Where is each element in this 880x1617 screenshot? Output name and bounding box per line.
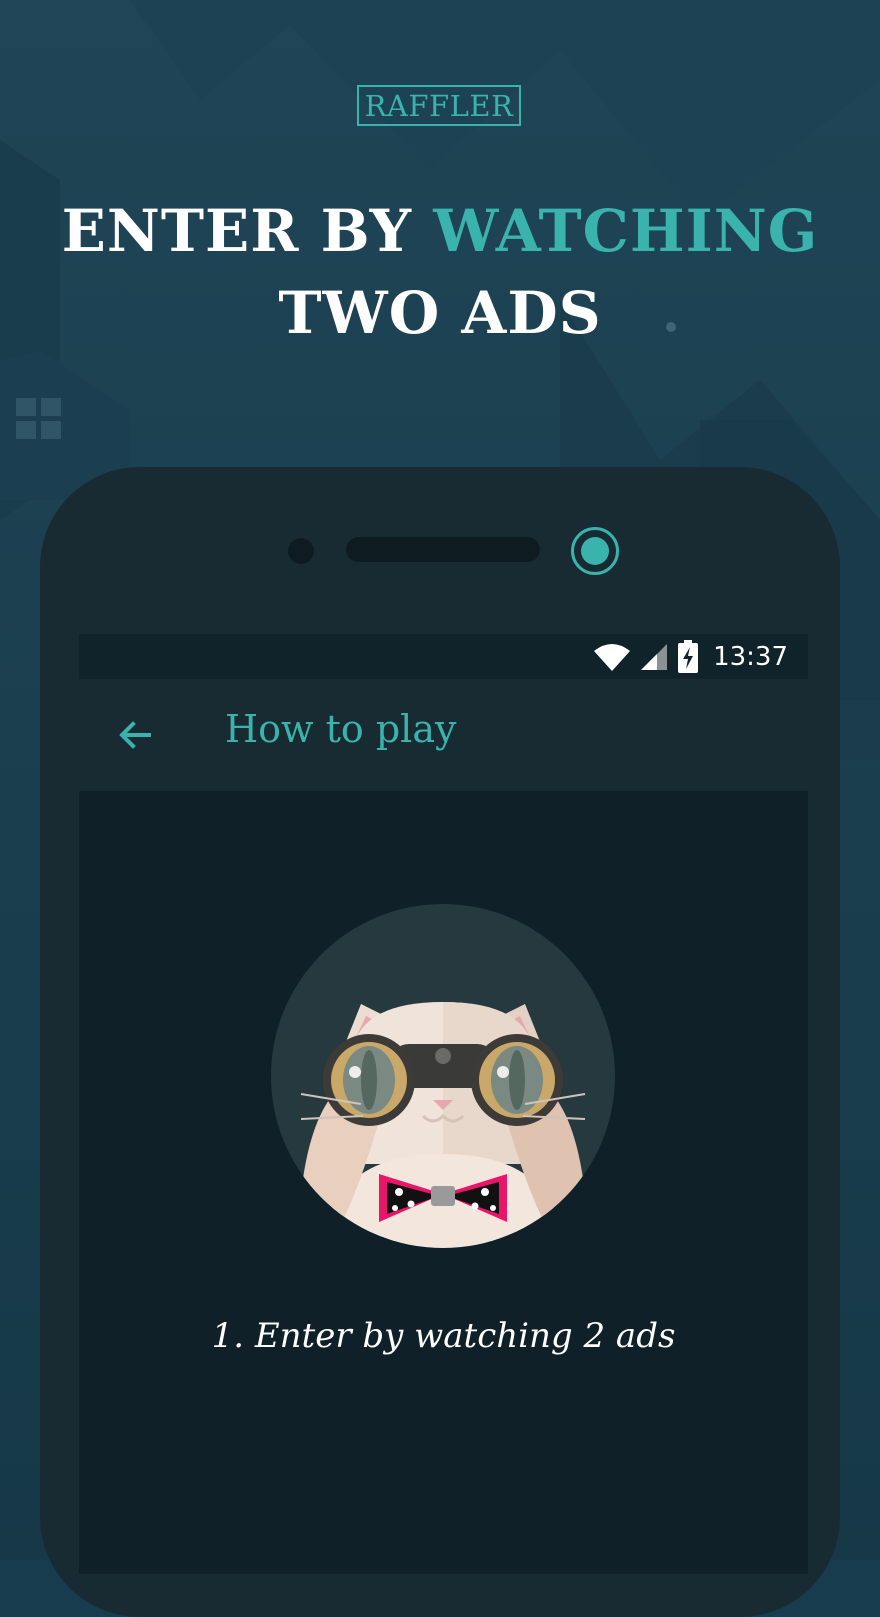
status-bar: 13:37 — [79, 634, 808, 679]
earpiece-speaker — [346, 537, 540, 562]
phone-screen: 13:37 How to play 1. Enter by watching 2… — [79, 634, 808, 1574]
front-sensor — [288, 538, 314, 564]
raffler-logo: RAFFLER — [357, 85, 521, 126]
page-title: How to play — [225, 707, 457, 751]
cat-with-binoculars-illustration — [271, 904, 615, 1248]
signal-icon — [641, 643, 668, 670]
headline-accent: WATCHING — [433, 197, 819, 265]
promo-headline: ENTER BY WATCHING TWO ADS — [0, 190, 880, 354]
headline-line2: TWO ADS — [278, 279, 602, 347]
arrow-left-icon[interactable] — [115, 715, 155, 755]
status-time: 13:37 — [713, 641, 788, 672]
app-bar: How to play — [79, 679, 808, 791]
front-camera — [571, 527, 619, 575]
step-caption: 1. Enter by watching 2 ads — [211, 1316, 676, 1356]
wifi-icon — [594, 643, 631, 671]
headline-text: ENTER BY — [61, 197, 434, 265]
battery-charging-icon — [678, 639, 699, 673]
